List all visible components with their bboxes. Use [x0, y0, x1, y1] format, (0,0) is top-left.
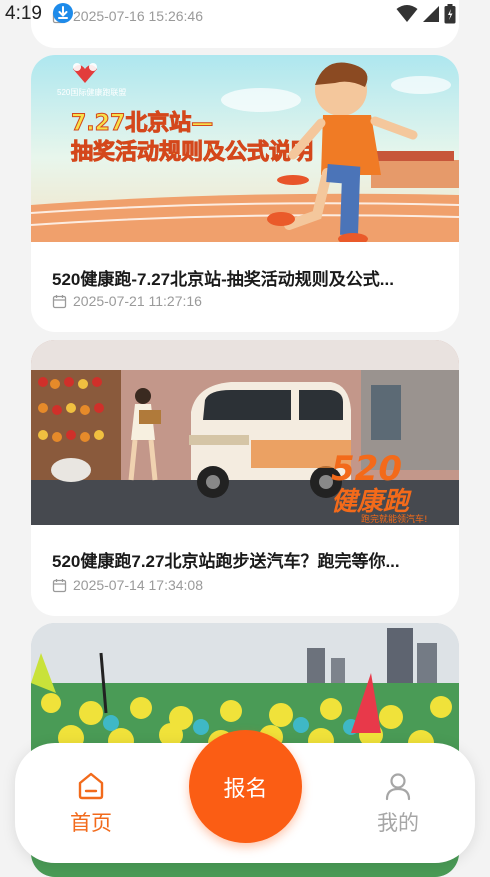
banner-small-text: 跑完就能领汽车!	[361, 513, 428, 525]
banner-slogan: 健康跑	[331, 487, 412, 517]
user-icon	[385, 773, 411, 801]
article-card[interactable]: 520 健康跑 跑完就能领汽车! 520健康跑7.27北京站跑步送汽车？跑完等你…	[31, 340, 459, 616]
banner-headline-2: 抽奖活动规则及公式说明	[71, 139, 313, 165]
signal-icon	[423, 6, 439, 22]
signup-label: 报名	[223, 775, 268, 801]
signup-button[interactable]: 报名	[189, 730, 302, 843]
battery-icon	[444, 4, 456, 24]
calendar-icon	[52, 578, 67, 592]
nav-me-label: 我的	[377, 812, 419, 835]
nav-me[interactable]: 我的	[353, 771, 443, 837]
article-title[interactable]: 520健康跑-7.27北京站-抽奖活动规则及公式...	[52, 265, 437, 290]
article-title[interactable]: 520健康跑7.27北京站跑步送汽车？跑完等你...	[52, 547, 437, 572]
article-date: 2025-07-21 11:27:16	[52, 293, 202, 309]
status-time: 4:19	[5, 3, 42, 24]
banner-headline-1: 7.27北京站—	[71, 110, 213, 136]
download-icon	[53, 3, 73, 23]
wifi-icon	[396, 5, 418, 22]
article-date: 2025-07-14 17:34:08	[52, 577, 203, 593]
nav-home[interactable]: 首页	[46, 771, 136, 837]
calendar-icon	[52, 294, 67, 308]
article-card[interactable]: 520国际健康跑联盟 7.27北京站— 抽奖活动规则及公式说明 520健康跑-7…	[31, 55, 459, 332]
home-icon	[78, 772, 104, 800]
article-thumbnail[interactable]: 520国际健康跑联盟 7.27北京站— 抽奖活动规则及公式说明	[31, 55, 459, 242]
status-bar: 4:19	[0, 0, 490, 30]
nav-home-label: 首页	[70, 812, 112, 835]
article-thumbnail[interactable]: 520 健康跑 跑完就能领汽车!	[31, 340, 459, 525]
banner-logo-text: 520国际健康跑联盟	[57, 87, 126, 97]
banner-number: 520	[331, 449, 402, 489]
